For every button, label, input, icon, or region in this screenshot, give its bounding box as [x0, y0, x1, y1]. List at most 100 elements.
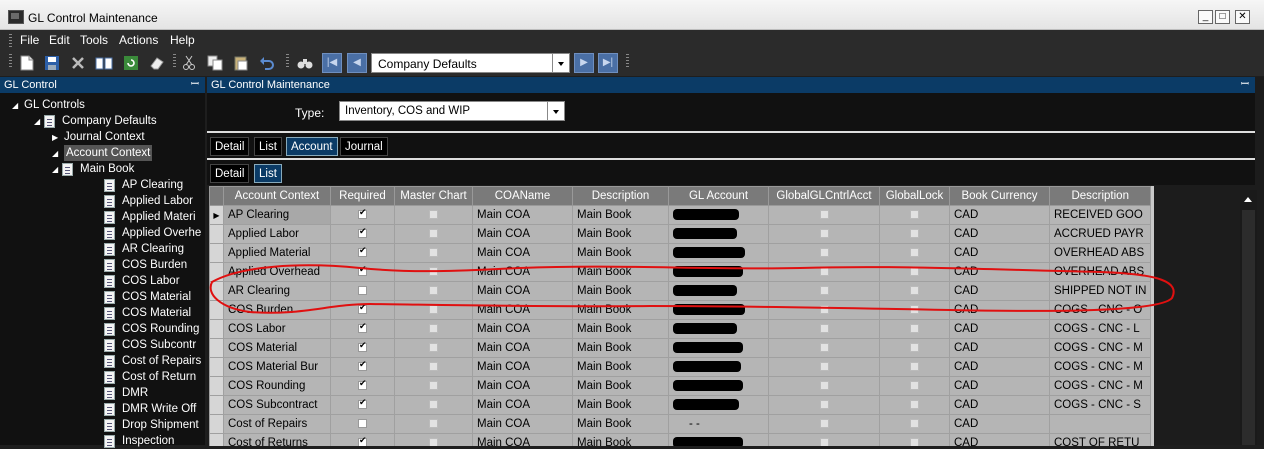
tree-node[interactable]: Company Defaults: [62, 113, 157, 129]
minimize-button[interactable]: _: [1198, 10, 1213, 24]
col-header[interactable]: Master Chart: [394, 186, 473, 206]
next-record-icon[interactable]: ▶: [574, 53, 594, 73]
cell-coa-name[interactable]: Main COA: [472, 395, 573, 415]
row-indicator[interactable]: [209, 319, 224, 339]
expanded-arrow-icon[interactable]: ◢: [52, 165, 58, 174]
tree-node[interactable]: Journal Context: [64, 129, 145, 145]
global-lock-checkbox[interactable]: [910, 362, 919, 372]
previous-record-icon[interactable]: ◀: [347, 53, 367, 73]
global-gl-checkbox[interactable]: [819, 248, 829, 258]
table-row[interactable]: ▶AP Clearing Main COAMain Book CADRECEIVED…: [209, 205, 1152, 225]
cell-description[interactable]: Main Book: [572, 262, 669, 282]
cell-global-gl-control-acct[interactable]: [768, 395, 880, 415]
row-indicator[interactable]: [209, 300, 224, 320]
cell-book-currency[interactable]: CAD: [949, 243, 1050, 263]
col-header[interactable]: Book Currency: [949, 186, 1050, 206]
global-lock-checkbox[interactable]: [910, 419, 919, 429]
cell-global-lock[interactable]: [879, 319, 950, 339]
paste-icon[interactable]: [232, 54, 250, 72]
tree-node[interactable]: COS Burden: [122, 257, 187, 273]
global-lock-checkbox[interactable]: [910, 229, 919, 239]
cell-description[interactable]: Main Book: [572, 357, 669, 377]
global-lock-checkbox[interactable]: [910, 286, 919, 296]
cell-master-chart[interactable]: [394, 300, 473, 320]
cell-book-currency[interactable]: CAD: [949, 433, 1050, 446]
cell-coa-name[interactable]: Main COA: [472, 262, 573, 282]
cell-book-currency[interactable]: CAD: [949, 338, 1050, 358]
global-gl-checkbox[interactable]: [819, 362, 829, 372]
cell-account-context[interactable]: Cost of Repairs: [223, 414, 331, 434]
table-row[interactable]: Applied Material Main COAMain Book CADOVER…: [209, 243, 1152, 263]
cell-gl-account[interactable]: [668, 205, 769, 225]
row-indicator[interactable]: [209, 281, 224, 301]
global-gl-checkbox[interactable]: [819, 343, 829, 353]
copy-icon[interactable]: [206, 54, 224, 72]
cell-gl-account[interactable]: [668, 338, 769, 358]
tree-node[interactable]: GL Controls: [24, 97, 85, 113]
cell-account-context[interactable]: COS Burden: [223, 300, 331, 320]
tree-node[interactable]: AP Clearing: [122, 177, 183, 193]
tree-node[interactable]: Applied Overhe: [122, 225, 201, 241]
tree-node[interactable]: COS Subcontr: [122, 337, 196, 353]
col-header[interactable]: GL Account: [668, 186, 769, 206]
cell-gl-account[interactable]: [668, 262, 769, 282]
tree-node[interactable]: Cost of Return: [122, 369, 196, 385]
table-row[interactable]: COS Material Main COAMain Book CADCOGS - C…: [209, 338, 1152, 358]
global-gl-checkbox[interactable]: [819, 229, 829, 239]
cell-account-context[interactable]: COS Material Bur: [223, 357, 331, 377]
cell-master-chart[interactable]: [394, 205, 473, 225]
required-checkbox[interactable]: [358, 321, 367, 334]
required-checkbox[interactable]: [358, 302, 367, 315]
cell-global-gl-control-acct[interactable]: [768, 281, 880, 301]
cell-coa-name[interactable]: Main COA: [472, 319, 573, 339]
global-lock-checkbox[interactable]: [910, 381, 919, 391]
cell-required[interactable]: [330, 414, 395, 434]
cell-global-lock[interactable]: [879, 376, 950, 396]
type-combo[interactable]: Inventory, COS and WIP: [339, 101, 565, 121]
cell-account-description[interactable]: RECEIVED GOO: [1048, 205, 1152, 225]
global-gl-checkbox[interactable]: [819, 267, 829, 277]
scroll-thumb[interactable]: [1242, 210, 1255, 445]
cell-account-context[interactable]: COS Material: [223, 338, 331, 358]
save-icon[interactable]: [43, 54, 61, 72]
cell-required[interactable]: [330, 205, 395, 225]
table-row[interactable]: AR Clearing Main COA Main Book CAD SHIPPED N…: [209, 281, 1152, 301]
vertical-scrollbar[interactable]: [1240, 190, 1257, 445]
cell-account-description[interactable]: SHIPPED NOT IN: [1048, 281, 1152, 301]
menu-help[interactable]: Help: [170, 33, 195, 47]
cell-book-currency[interactable]: CAD: [949, 205, 1050, 225]
tree-node[interactable]: Cost of Repairs: [122, 353, 201, 369]
master-chart-checkbox[interactable]: [429, 267, 438, 277]
expanded-arrow-icon[interactable]: ◢: [34, 117, 40, 126]
new-icon[interactable]: [18, 54, 36, 72]
cell-account-description[interactable]: COST OF RETU: [1048, 433, 1152, 446]
company-combo[interactable]: Company Defaults: [371, 53, 570, 73]
cell-global-gl-control-acct[interactable]: [768, 300, 880, 320]
master-chart-checkbox[interactable]: [429, 305, 438, 315]
col-header[interactable]: Required: [330, 186, 395, 206]
cell-account-context[interactable]: Applied Material: [223, 243, 331, 263]
cell-account-context[interactable]: AR Clearing: [223, 281, 331, 301]
cell-global-lock[interactable]: [879, 224, 950, 244]
cell-gl-account[interactable]: [668, 243, 769, 263]
row-indicator[interactable]: [209, 376, 224, 396]
cell-account-context[interactable]: AP Clearing: [223, 205, 331, 225]
cell-master-chart[interactable]: [394, 319, 473, 339]
cell-required[interactable]: [330, 395, 395, 415]
global-gl-checkbox[interactable]: [819, 419, 829, 429]
cell-master-chart[interactable]: [394, 243, 473, 263]
tree-node[interactable]: Applied Labor: [122, 193, 193, 209]
cell-account-description[interactable]: ACCRUED PAYR: [1048, 224, 1152, 244]
row-indicator[interactable]: [209, 414, 224, 434]
cell-global-lock[interactable]: [879, 281, 950, 301]
tree-node[interactable]: Applied Materi: [122, 209, 196, 225]
menu-tools[interactable]: Tools: [80, 33, 108, 47]
chevron-down-icon[interactable]: [552, 54, 569, 72]
cell-account-description[interactable]: COGS - CNC - O: [1048, 300, 1152, 320]
required-checkbox[interactable]: [358, 264, 367, 277]
cell-book-currency[interactable]: CAD: [949, 357, 1050, 377]
cell-master-chart[interactable]: [394, 281, 473, 301]
global-gl-checkbox[interactable]: [819, 400, 829, 410]
global-lock-checkbox[interactable]: [910, 305, 919, 315]
table-row[interactable]: COS Material Bur Main COAMain Book CADCOGS…: [209, 357, 1152, 377]
